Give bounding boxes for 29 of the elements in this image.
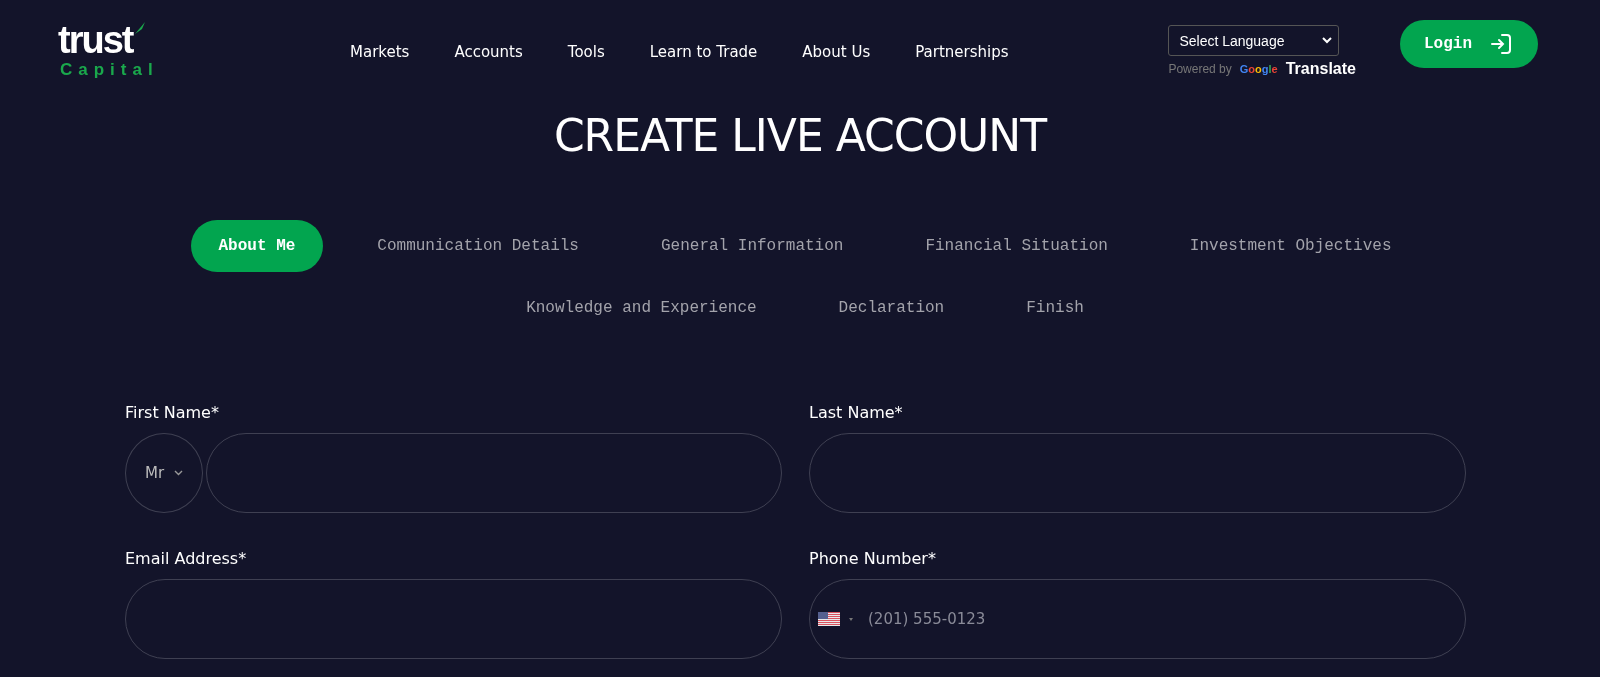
step-tab[interactable]: Knowledge and Experience	[498, 282, 785, 334]
flag-icon[interactable]	[818, 612, 854, 626]
nav-link[interactable]: Accounts	[454, 43, 523, 61]
field-label: Phone Number*	[809, 549, 937, 568]
translate-text: Translate	[1285, 60, 1356, 78]
chevron-down-icon	[174, 470, 184, 476]
nav-link[interactable]: Learn to Trade	[649, 43, 758, 61]
logo-wordmark: trust	[58, 20, 133, 60]
field-label: First Name*	[125, 403, 220, 422]
powered-by-text: Powered by	[1168, 62, 1232, 76]
nav-link[interactable]: About Us	[802, 43, 871, 61]
step-tab[interactable]: General Information	[632, 220, 872, 272]
nav-link[interactable]: Partnerships	[915, 43, 1009, 61]
page-title: CREATE LIVE ACCOUNT	[552, 109, 1049, 163]
nav-link[interactable]: Markets	[350, 43, 410, 61]
field-label: Email Address*	[125, 549, 248, 568]
logo-subtitle: Capital	[60, 60, 160, 80]
field-label: Last Name*	[809, 403, 904, 422]
login-icon	[1490, 33, 1512, 55]
step-tab[interactable]: Finish	[998, 282, 1112, 334]
step-tab[interactable]: Communication Details	[349, 220, 607, 272]
step-tab[interactable]: Declaration	[810, 282, 973, 334]
language-select[interactable]: Select Language	[1168, 25, 1340, 56]
step-tab[interactable]: Investment Objectives	[1161, 220, 1420, 272]
nav-link[interactable]: Tools	[567, 43, 605, 61]
chevron-down-icon	[1322, 37, 1333, 44]
step-tab[interactable]: Financial Situation	[897, 220, 1136, 272]
google-logo: Google	[1239, 63, 1278, 75]
phone-placeholder: (201) 555-0123	[868, 610, 986, 628]
